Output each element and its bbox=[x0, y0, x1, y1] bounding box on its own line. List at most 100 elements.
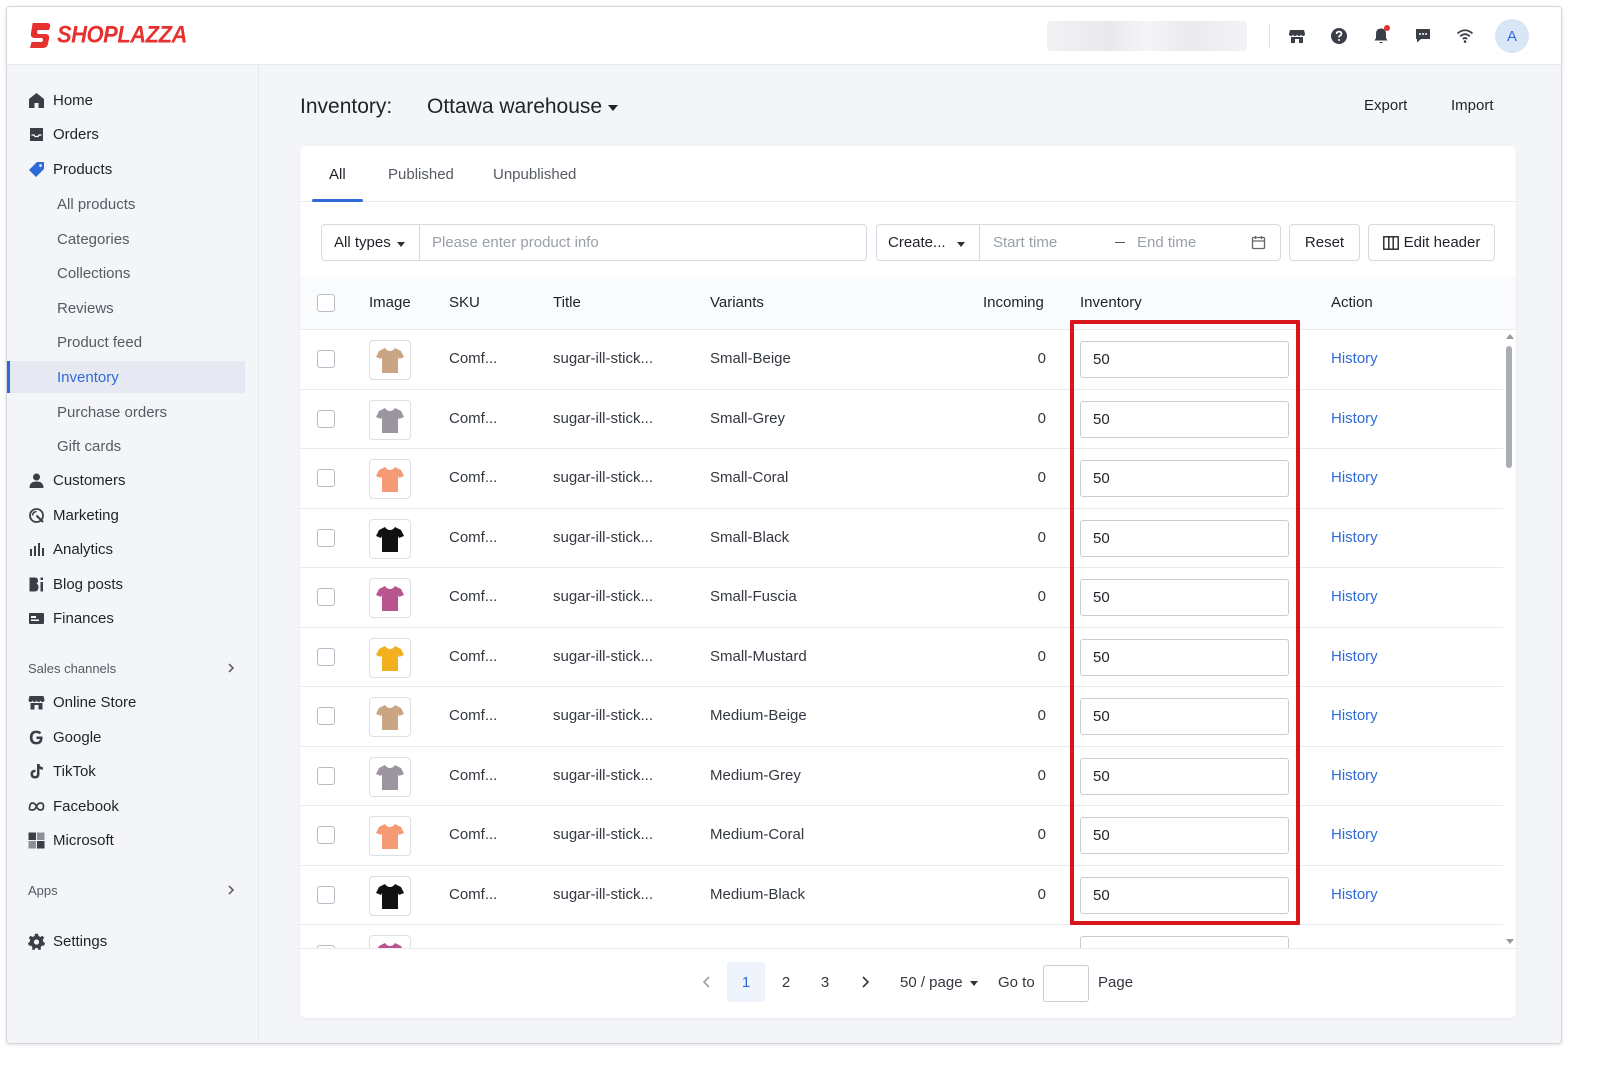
inventory-quantity-input[interactable] bbox=[1080, 876, 1289, 914]
wifi-icon[interactable] bbox=[1444, 19, 1486, 53]
sidebar-item-tiktok[interactable]: TikTok bbox=[7, 756, 259, 786]
row-checkbox[interactable] bbox=[317, 588, 335, 606]
page-size-select[interactable]: 50 / page bbox=[900, 962, 978, 1002]
tab-all[interactable]: All bbox=[329, 166, 346, 183]
end-time-placeholder[interactable]: End time bbox=[1137, 234, 1196, 251]
inventory-quantity-input[interactable] bbox=[1080, 341, 1289, 378]
sidebar-item-online-store[interactable]: Online Store bbox=[7, 687, 259, 717]
sidebar-item-categories[interactable]: Categories bbox=[7, 223, 259, 255]
inventory-quantity-input[interactable] bbox=[1080, 579, 1289, 616]
edit-header-button[interactable]: Edit header bbox=[1368, 224, 1495, 261]
history-link[interactable]: History bbox=[1331, 529, 1378, 546]
page-1-button[interactable]: 1 bbox=[727, 962, 765, 1002]
chevron-right-icon[interactable] bbox=[225, 662, 237, 674]
history-link[interactable]: History bbox=[1331, 886, 1378, 903]
sidebar-item-all-products[interactable]: All products bbox=[7, 188, 259, 220]
sidebar-item-inventory[interactable]: Inventory bbox=[7, 361, 245, 393]
date-range-picker[interactable]: Start time End time bbox=[979, 224, 1281, 261]
sidebar-item-reviews[interactable]: Reviews bbox=[7, 292, 259, 324]
product-thumbnail[interactable] bbox=[369, 637, 411, 678]
inventory-quantity-input[interactable] bbox=[1080, 817, 1289, 854]
select-all-checkbox[interactable] bbox=[317, 294, 335, 312]
row-checkbox[interactable] bbox=[317, 528, 335, 547]
product-search-input[interactable] bbox=[432, 234, 852, 251]
product-thumbnail[interactable] bbox=[369, 816, 411, 856]
reset-button[interactable]: Reset bbox=[1289, 224, 1360, 261]
sidebar-item-customers[interactable]: Customers bbox=[7, 465, 259, 495]
prev-page-button[interactable] bbox=[694, 962, 720, 1002]
inventory-quantity-input[interactable] bbox=[1080, 519, 1289, 557]
sidebar-item-purchase-orders[interactable]: Purchase orders bbox=[7, 396, 259, 428]
import-button[interactable]: Import bbox=[1451, 97, 1494, 114]
product-thumbnail[interactable] bbox=[369, 875, 411, 916]
history-link[interactable]: History bbox=[1331, 648, 1378, 665]
sidebar-item-product-feed[interactable]: Product feed bbox=[7, 326, 259, 358]
product-thumbnail[interactable] bbox=[369, 459, 411, 499]
product-thumbnail[interactable] bbox=[369, 399, 411, 440]
row-checkbox[interactable] bbox=[317, 766, 335, 785]
product-thumbnail[interactable] bbox=[369, 578, 411, 618]
inventory-quantity-input[interactable] bbox=[1080, 400, 1289, 438]
product-thumbnail[interactable] bbox=[369, 756, 411, 797]
shoplazza-logo[interactable]: SHOPLAZZA bbox=[27, 21, 187, 49]
table-scrollbar[interactable] bbox=[1503, 330, 1516, 948]
create-time-select[interactable]: Create... bbox=[876, 224, 980, 261]
scroll-thumb[interactable] bbox=[1506, 346, 1512, 468]
start-time-placeholder[interactable]: Start time bbox=[993, 234, 1057, 251]
store-icon[interactable] bbox=[1276, 19, 1318, 53]
history-link[interactable]: History bbox=[1331, 767, 1378, 784]
row-checkbox[interactable] bbox=[317, 469, 335, 487]
calendar-icon[interactable] bbox=[1251, 235, 1266, 250]
product-thumbnail[interactable] bbox=[369, 697, 411, 737]
bell-icon[interactable] bbox=[1360, 19, 1402, 53]
apps-label[interactable]: Apps bbox=[28, 883, 58, 898]
sales-channels-label[interactable]: Sales channels bbox=[28, 661, 116, 676]
warehouse-selector[interactable]: Ottawa warehouse bbox=[427, 95, 619, 119]
history-link[interactable]: History bbox=[1331, 350, 1378, 367]
row-checkbox[interactable] bbox=[317, 647, 335, 666]
row-checkbox[interactable] bbox=[317, 707, 335, 725]
sidebar-item-settings[interactable]: Settings bbox=[7, 926, 259, 956]
sidebar-item-gift-cards[interactable]: Gift cards bbox=[7, 430, 259, 462]
tab-published[interactable]: Published bbox=[388, 166, 454, 183]
next-page-button[interactable] bbox=[852, 962, 878, 1002]
inventory-quantity-input[interactable] bbox=[1080, 460, 1289, 497]
chevron-right-icon[interactable] bbox=[225, 884, 237, 896]
inventory-quantity-input[interactable] bbox=[1080, 638, 1289, 676]
sidebar-item-blog-posts[interactable]: Blog posts bbox=[7, 569, 259, 599]
history-link[interactable]: History bbox=[1331, 826, 1378, 843]
sidebar-item-products[interactable]: Products bbox=[7, 154, 259, 184]
row-checkbox[interactable] bbox=[317, 885, 335, 904]
chat-icon[interactable] bbox=[1402, 19, 1444, 53]
product-thumbnail[interactable] bbox=[369, 340, 411, 380]
history-link[interactable]: History bbox=[1331, 410, 1378, 427]
row-checkbox[interactable] bbox=[317, 826, 335, 844]
product-thumbnail[interactable] bbox=[369, 935, 411, 948]
scroll-down-arrow[interactable] bbox=[1506, 939, 1514, 944]
sidebar-item-orders[interactable]: Orders bbox=[7, 119, 259, 149]
sidebar-item-microsoft[interactable]: Microsoft bbox=[7, 825, 259, 855]
page-2-button[interactable]: 2 bbox=[773, 962, 799, 1002]
sidebar-item-google[interactable]: Google bbox=[7, 722, 259, 752]
export-button[interactable]: Export bbox=[1364, 97, 1407, 114]
sidebar-item-collections[interactable]: Collections bbox=[7, 257, 259, 289]
tab-unpublished[interactable]: Unpublished bbox=[493, 166, 576, 183]
inventory-quantity-input[interactable] bbox=[1080, 757, 1289, 795]
store-selector-blurred[interactable] bbox=[1047, 21, 1247, 51]
goto-page-input[interactable] bbox=[1043, 965, 1089, 1002]
sidebar-item-home[interactable]: Home bbox=[7, 85, 259, 115]
avatar[interactable]: A bbox=[1495, 19, 1529, 53]
history-link[interactable]: History bbox=[1331, 588, 1378, 605]
type-filter-select[interactable]: All types bbox=[321, 224, 420, 261]
scroll-up-arrow[interactable] bbox=[1506, 334, 1514, 339]
product-thumbnail[interactable] bbox=[369, 518, 411, 559]
inventory-quantity-input[interactable] bbox=[1080, 698, 1289, 735]
history-link[interactable]: History bbox=[1331, 469, 1378, 486]
sidebar-item-facebook[interactable]: Facebook bbox=[7, 791, 259, 821]
page-3-button[interactable]: 3 bbox=[812, 962, 838, 1002]
inventory-quantity-input[interactable] bbox=[1080, 936, 1289, 948]
history-link[interactable]: History bbox=[1331, 707, 1378, 724]
row-checkbox[interactable] bbox=[317, 409, 335, 428]
help-icon[interactable] bbox=[1318, 19, 1360, 53]
row-checkbox[interactable] bbox=[317, 350, 335, 368]
